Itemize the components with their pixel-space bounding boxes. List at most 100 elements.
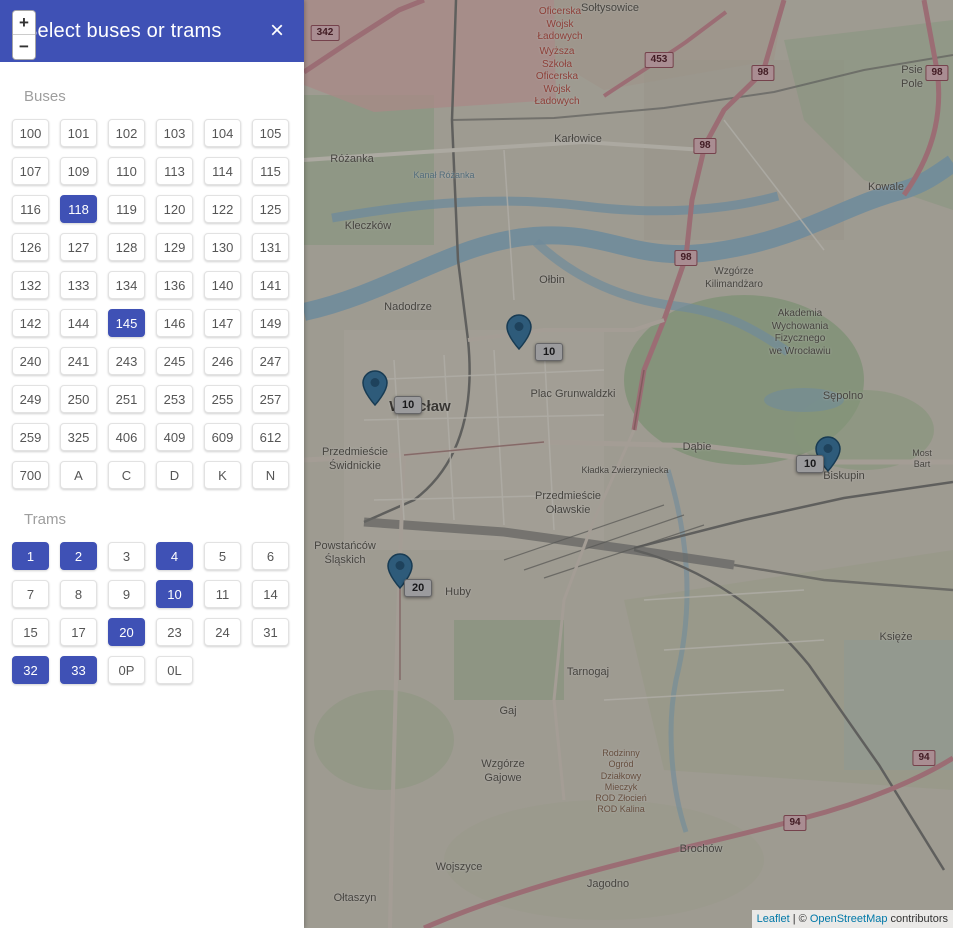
bus-line-button-126[interactable]: 126 [12, 233, 49, 261]
bus-line-button-122[interactable]: 122 [204, 195, 241, 223]
bus-line-button-145[interactable]: 145 [108, 309, 145, 337]
zoom-out-button[interactable]: − [13, 35, 35, 59]
map-canvas[interactable]: Oficerska Wojsk ŁadowychWyższa Szkoła Of… [304, 0, 953, 928]
bus-line-button-130[interactable]: 130 [204, 233, 241, 261]
tram-line-button-5[interactable]: 5 [204, 542, 241, 570]
tram-line-button-14[interactable]: 14 [252, 580, 289, 608]
bus-line-button-250[interactable]: 250 [60, 385, 97, 413]
bus-line-button-102[interactable]: 102 [108, 119, 145, 147]
tram-line-button-33[interactable]: 33 [60, 656, 97, 684]
tram-line-button-2[interactable]: 2 [60, 542, 97, 570]
bus-line-button-D[interactable]: D [156, 461, 193, 489]
vehicle-line-plate[interactable]: 10 [535, 343, 563, 361]
bus-line-button-149[interactable]: 149 [252, 309, 289, 337]
tram-line-button-0L[interactable]: 0L [156, 656, 193, 684]
tram-line-button-24[interactable]: 24 [204, 618, 241, 646]
tram-line-button-6[interactable]: 6 [252, 542, 289, 570]
close-icon[interactable]: × [270, 19, 284, 43]
bus-line-button-409[interactable]: 409 [156, 423, 193, 451]
vehicle-line-plate[interactable]: 10 [394, 396, 422, 414]
tram-line-button-32[interactable]: 32 [12, 656, 49, 684]
bus-line-button-245[interactable]: 245 [156, 347, 193, 375]
bus-line-button-243[interactable]: 243 [108, 347, 145, 375]
tram-line-button-0P[interactable]: 0P [108, 656, 145, 684]
tram-line-button-7[interactable]: 7 [12, 580, 49, 608]
bus-line-button-120[interactable]: 120 [156, 195, 193, 223]
bus-line-button-134[interactable]: 134 [108, 271, 145, 299]
bus-line-button-129[interactable]: 129 [156, 233, 193, 261]
bus-line-button-125[interactable]: 125 [252, 195, 289, 223]
bus-line-button-253[interactable]: 253 [156, 385, 193, 413]
bus-line-button-146[interactable]: 146 [156, 309, 193, 337]
attribution-suffix: contributors [887, 913, 948, 925]
bus-line-button-133[interactable]: 133 [60, 271, 97, 299]
bus-line-button-128[interactable]: 128 [108, 233, 145, 261]
bus-line-button-144[interactable]: 144 [60, 309, 97, 337]
bus-line-button-147[interactable]: 147 [204, 309, 241, 337]
tram-line-button-3[interactable]: 3 [108, 542, 145, 570]
bus-line-button-A[interactable]: A [60, 461, 97, 489]
leaflet-link[interactable]: Leaflet [757, 913, 790, 925]
bus-line-button-406[interactable]: 406 [108, 423, 145, 451]
bus-line-button-109[interactable]: 109 [60, 157, 97, 185]
bus-line-button-141[interactable]: 141 [252, 271, 289, 299]
bus-line-button-700[interactable]: 700 [12, 461, 49, 489]
osm-link[interactable]: OpenStreetMap [810, 913, 888, 925]
bus-line-button-612[interactable]: 612 [252, 423, 289, 451]
bus-line-button-251[interactable]: 251 [108, 385, 145, 413]
bus-line-button-132[interactable]: 132 [12, 271, 49, 299]
tram-line-button-31[interactable]: 31 [252, 618, 289, 646]
vehicle-line-plate[interactable]: 20 [404, 579, 432, 597]
tram-line-button-20[interactable]: 20 [108, 618, 145, 646]
bus-line-button-246[interactable]: 246 [204, 347, 241, 375]
bus-line-button-247[interactable]: 247 [252, 347, 289, 375]
tram-line-button-9[interactable]: 9 [108, 580, 145, 608]
bus-line-button-131[interactable]: 131 [252, 233, 289, 261]
bus-line-button-104[interactable]: 104 [204, 119, 241, 147]
vehicle-line-plate[interactable]: 10 [796, 455, 824, 473]
tram-line-button-23[interactable]: 23 [156, 618, 193, 646]
tram-line-button-17[interactable]: 17 [60, 618, 97, 646]
panel-header: Select buses or trams × [0, 0, 304, 62]
tram-line-button-11[interactable]: 11 [204, 580, 241, 608]
bus-line-button-K[interactable]: K [204, 461, 241, 489]
bus-line-button-114[interactable]: 114 [204, 157, 241, 185]
bus-line-button-325[interactable]: 325 [60, 423, 97, 451]
bus-line-button-113[interactable]: 113 [156, 157, 193, 185]
bus-line-button-255[interactable]: 255 [204, 385, 241, 413]
bus-line-button-257[interactable]: 257 [252, 385, 289, 413]
bus-line-button-100[interactable]: 100 [12, 119, 49, 147]
bus-line-button-609[interactable]: 609 [204, 423, 241, 451]
tram-line-button-10[interactable]: 10 [156, 580, 193, 608]
bus-line-button-142[interactable]: 142 [12, 309, 49, 337]
bus-line-button-119[interactable]: 119 [108, 195, 145, 223]
bus-line-button-105[interactable]: 105 [252, 119, 289, 147]
bus-line-button-115[interactable]: 115 [252, 157, 289, 185]
zoom-control: + − [12, 10, 36, 60]
app-root: Oficerska Wojsk ŁadowychWyższa Szkoła Of… [0, 0, 953, 928]
bus-line-button-136[interactable]: 136 [156, 271, 193, 299]
tram-line-button-4[interactable]: 4 [156, 542, 193, 570]
bus-line-button-241[interactable]: 241 [60, 347, 97, 375]
zoom-in-button[interactable]: + [13, 11, 35, 35]
pin-icon [362, 370, 388, 406]
bus-line-button-107[interactable]: 107 [12, 157, 49, 185]
bus-line-button-C[interactable]: C [108, 461, 145, 489]
bus-line-button-N[interactable]: N [252, 461, 289, 489]
bus-line-button-240[interactable]: 240 [12, 347, 49, 375]
bus-line-button-259[interactable]: 259 [12, 423, 49, 451]
pin-icon [506, 314, 532, 350]
tram-line-button-1[interactable]: 1 [12, 542, 49, 570]
vehicle-marker-pin[interactable] [506, 314, 532, 350]
bus-line-button-116[interactable]: 116 [12, 195, 49, 223]
vehicle-marker-pin[interactable] [362, 370, 388, 406]
tram-line-button-15[interactable]: 15 [12, 618, 49, 646]
bus-line-button-110[interactable]: 110 [108, 157, 145, 185]
tram-line-button-8[interactable]: 8 [60, 580, 97, 608]
bus-line-button-101[interactable]: 101 [60, 119, 97, 147]
bus-line-button-249[interactable]: 249 [12, 385, 49, 413]
bus-line-button-103[interactable]: 103 [156, 119, 193, 147]
bus-line-button-140[interactable]: 140 [204, 271, 241, 299]
bus-line-button-127[interactable]: 127 [60, 233, 97, 261]
bus-line-button-118[interactable]: 118 [60, 195, 97, 223]
